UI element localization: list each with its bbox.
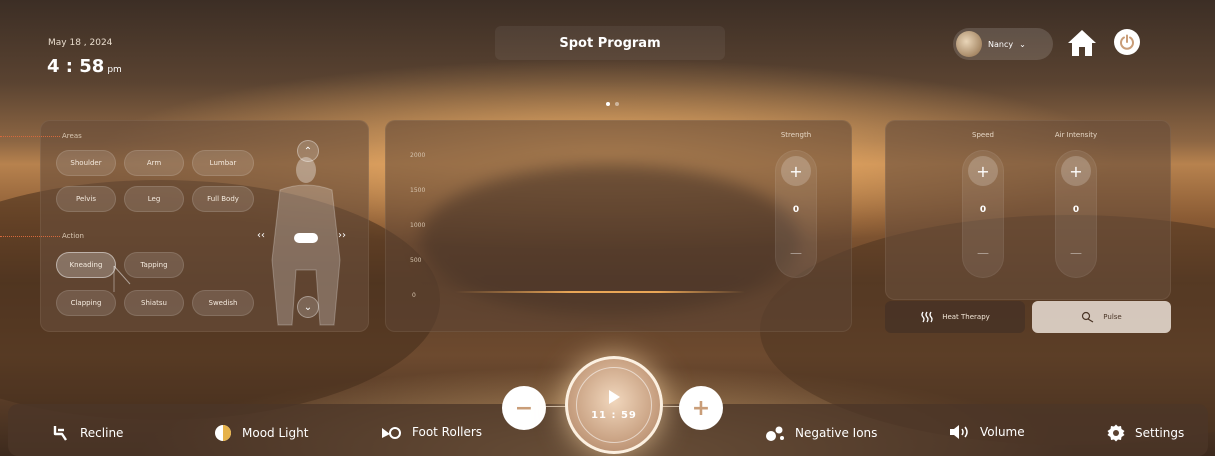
recline-button[interactable]: Recline [52,424,123,442]
pulse-toggle[interactable]: Pulse [1032,301,1171,333]
recline-icon [53,426,67,441]
play-control: 11 : 59 [576,367,652,443]
foot-rollers-button[interactable]: Foot Rollers [380,424,482,440]
volume-icon [950,425,968,439]
chart-baseline [455,291,745,293]
negative-ions-button[interactable]: Negative Ions [765,424,877,442]
settings-label: Settings [1135,426,1185,440]
speed-intensity-panel [885,120,1171,300]
annotation-leader-line [0,136,60,137]
date-label: May 18 , 2024 [48,38,113,48]
mood-light-button[interactable]: Mood Light [214,424,308,442]
user-name: Nancy [988,39,1014,49]
strength-minus-button[interactable]: — [776,246,816,260]
increase-time-button[interactable]: + [679,386,723,430]
air-intensity-plus-button[interactable]: + [1061,156,1091,186]
action-chip-clapping[interactable]: Clapping [56,290,116,316]
volume-button[interactable]: Volume [948,424,1025,440]
mood-light-label: Mood Light [242,426,309,440]
start-session-button[interactable]: 11 : 59 [565,356,663,454]
y-tick-label: 1500 [410,187,426,194]
home-icon [1068,30,1096,56]
area-chip-leg[interactable]: Leg [124,186,184,212]
strength-label: Strength [780,131,812,139]
y-tick-label: 0 [412,292,416,299]
plus-icon: + [691,395,711,421]
session-timer: 11 : 59 [591,409,637,421]
air-intensity-value: 0 [1072,205,1080,215]
heat-therapy-label: Heat Therapy [942,313,990,321]
gear-icon [1107,424,1125,442]
chevron-up-icon: ⌃ [303,145,313,157]
avatar [956,31,982,57]
play-icon [608,389,620,404]
chevron-down-icon: ⌄ [303,301,313,313]
areas-label: Areas [62,132,82,140]
area-chip-lumbar[interactable]: Lumbar [192,150,254,176]
strength-stepper: + 0 — [775,150,817,278]
pulse-label: Pulse [1103,313,1122,321]
clock: 4 : 58 pm [47,56,122,77]
position-left-arrow-icon[interactable]: ‹‹ [257,230,265,241]
speed-stepper: + 0 — [962,150,1004,278]
scroll-up-button[interactable]: ⌃ [297,140,319,162]
scroll-down-button[interactable]: ⌄ [297,296,319,318]
power-button[interactable] [1114,29,1140,55]
power-icon [1120,34,1134,50]
y-tick-label: 1000 [410,222,426,229]
page-indicator[interactable] [606,102,619,106]
clock-time: 4 : 58 [47,56,105,77]
pulse-icon [1082,311,1094,323]
page-dot-active[interactable] [606,102,610,106]
air-intensity-stepper: + 0 — [1055,150,1097,278]
page-title: Spot Program [495,26,725,60]
negative-ions-icon [766,426,784,441]
air-intensity-minus-button[interactable]: — [1056,246,1096,260]
recline-label: Recline [80,426,124,440]
speed-label: Speed [972,131,994,139]
strength-plus-button[interactable]: + [781,156,811,186]
chevron-down-icon: ⌄ [1019,39,1026,49]
home-button[interactable] [1066,28,1098,58]
y-tick-label: 500 [410,257,422,264]
action-connector-lines [113,265,131,292]
decrease-time-button[interactable]: − [502,386,546,430]
annotation-leader-line [0,236,60,237]
area-chip-pelvis[interactable]: Pelvis [56,186,116,212]
area-chip-arm[interactable]: Arm [124,150,184,176]
y-tick-label: 2000 [410,152,426,159]
strength-value: 0 [792,205,800,215]
foot-rollers-label: Foot Rollers [412,425,483,439]
mood-light-icon [215,425,231,441]
action-chip-kneading[interactable]: Kneading [56,252,116,278]
settings-button[interactable]: Settings [1107,424,1184,442]
screen: May 18 , 2024 4 : 58 pm Spot Program Nanc… [0,0,1215,456]
action-chip-swedish[interactable]: Swedish [192,290,254,316]
negative-ions-label: Negative Ions [795,426,878,440]
clock-ampm: pm [107,65,122,75]
volume-label: Volume [980,425,1025,439]
user-menu[interactable]: Nancy ⌄ [953,28,1053,60]
air-intensity-label: Air Intensity [1054,131,1098,139]
speed-value: 0 [979,205,987,215]
speed-minus-button[interactable]: — [963,246,1003,260]
area-chip-shoulder[interactable]: Shoulder [56,150,116,176]
heat-icon [921,311,933,323]
speed-plus-button[interactable]: + [968,156,998,186]
heat-therapy-toggle[interactable]: Heat Therapy [885,301,1025,333]
minus-icon: − [514,395,534,421]
position-right-arrow-icon[interactable]: ›› [338,230,346,241]
page-dot[interactable] [615,102,619,106]
area-chip-full-body[interactable]: Full Body [192,186,254,212]
foot-rollers-icon [382,427,401,439]
action-label: Action [62,232,84,240]
